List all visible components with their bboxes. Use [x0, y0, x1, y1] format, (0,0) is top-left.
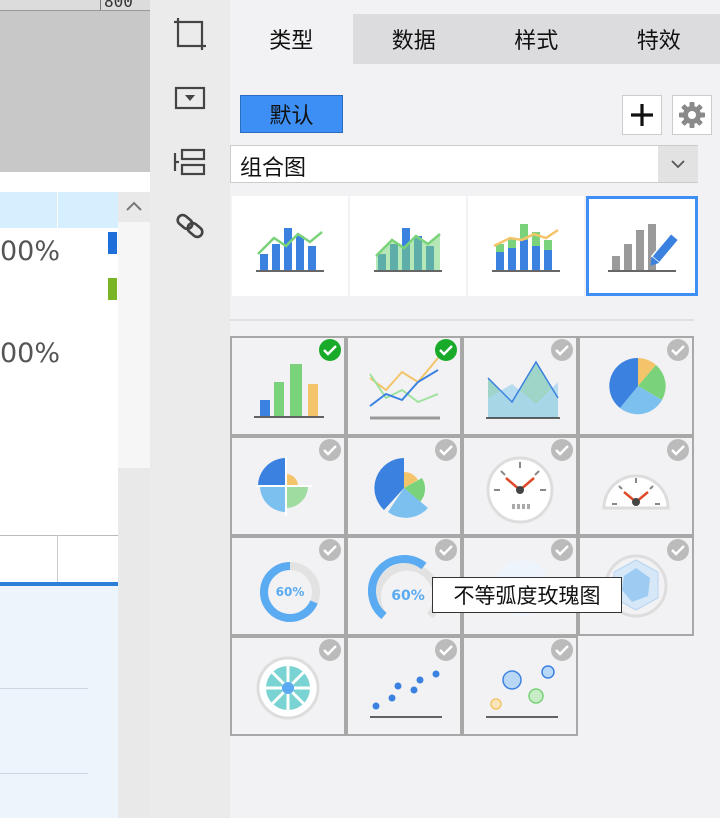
check-icon	[551, 339, 573, 361]
chart-type-gauge-dial[interactable]	[462, 436, 578, 536]
settings-button[interactable]	[672, 95, 712, 135]
chart-type-pie[interactable]	[578, 336, 694, 436]
dropdown-widget-icon[interactable]	[170, 78, 210, 118]
check-icon	[551, 639, 573, 661]
chart-type-rose-pie[interactable]	[230, 436, 346, 536]
table-row-border	[0, 535, 118, 536]
frame-icon[interactable]	[170, 14, 210, 54]
ruler-tick	[100, 0, 101, 10]
chart-type-bubble[interactable]	[462, 636, 578, 736]
chart-type-line[interactable]	[346, 336, 462, 436]
tab-effects[interactable]: 特效	[598, 14, 720, 64]
check-icon	[551, 539, 573, 561]
bar-line-combo-icon[interactable]	[232, 196, 348, 296]
arc-progress-label: 60%	[391, 588, 425, 604]
check-icon	[435, 339, 457, 361]
check-icon	[551, 439, 573, 461]
chart-type-scatter[interactable]	[346, 636, 462, 736]
check-icon	[319, 339, 341, 361]
stacked-bar-line-combo-icon[interactable]	[468, 196, 584, 296]
chart-type-bar[interactable]	[230, 336, 346, 436]
check-icon	[435, 439, 457, 461]
custom-combo-edit-icon[interactable]	[586, 196, 698, 296]
list-layout-icon[interactable]	[170, 142, 210, 182]
chart-type-tooltip: 不等弧度玫瑰图	[432, 577, 622, 613]
canvas-grey-area	[0, 0, 150, 172]
plus-icon	[631, 104, 653, 126]
check-icon	[435, 639, 457, 661]
side-toolbar	[150, 0, 230, 818]
table-header	[0, 192, 118, 228]
percent-value-1: 00%	[0, 236, 61, 267]
check-icon	[667, 439, 689, 461]
table-header-divider	[57, 192, 58, 228]
report-canvas[interactable]: 800 00% 00%	[0, 0, 150, 818]
tab-style[interactable]: 样式	[475, 14, 598, 64]
chevron-down-icon[interactable]	[658, 146, 698, 182]
check-icon	[667, 539, 689, 561]
selected-region[interactable]	[0, 586, 118, 818]
percent-value-2: 00%	[0, 338, 61, 369]
gridline	[0, 688, 88, 689]
section-divider	[230, 319, 694, 321]
tab-data[interactable]: 数据	[353, 14, 476, 64]
chart-type-rose-partial[interactable]	[346, 436, 462, 536]
default-button[interactable]: 默认	[240, 95, 343, 133]
legend-swatch-blue	[108, 232, 117, 254]
check-icon	[319, 539, 341, 561]
scrollbar-thumb[interactable]	[118, 222, 150, 468]
add-button[interactable]	[622, 95, 662, 135]
gear-icon	[679, 102, 705, 128]
scroll-up-icon[interactable]	[120, 194, 148, 220]
chart-type-area[interactable]	[462, 336, 578, 436]
chart-type-select-value: 组合图	[240, 156, 307, 181]
check-icon	[667, 339, 689, 361]
bar-line-area-combo-icon[interactable]	[350, 196, 466, 296]
check-icon	[319, 639, 341, 661]
gridline	[0, 773, 88, 774]
check-icon	[435, 539, 457, 561]
legend-swatch-green	[108, 278, 117, 300]
table-cell-divider	[57, 535, 58, 583]
chart-type-radial-rose[interactable]	[230, 636, 346, 736]
check-icon	[319, 439, 341, 461]
chart-type-ring-progress[interactable]: 60%	[230, 536, 346, 636]
panel-tabs: 类型 数据 样式 特效	[230, 14, 720, 64]
link-icon[interactable]	[170, 206, 210, 246]
chart-type-gauge-semicircle[interactable]	[578, 436, 694, 536]
tab-type[interactable]: 类型	[230, 14, 353, 64]
ruler-number: 800	[104, 0, 133, 11]
ring-progress-label: 60%	[276, 585, 305, 599]
